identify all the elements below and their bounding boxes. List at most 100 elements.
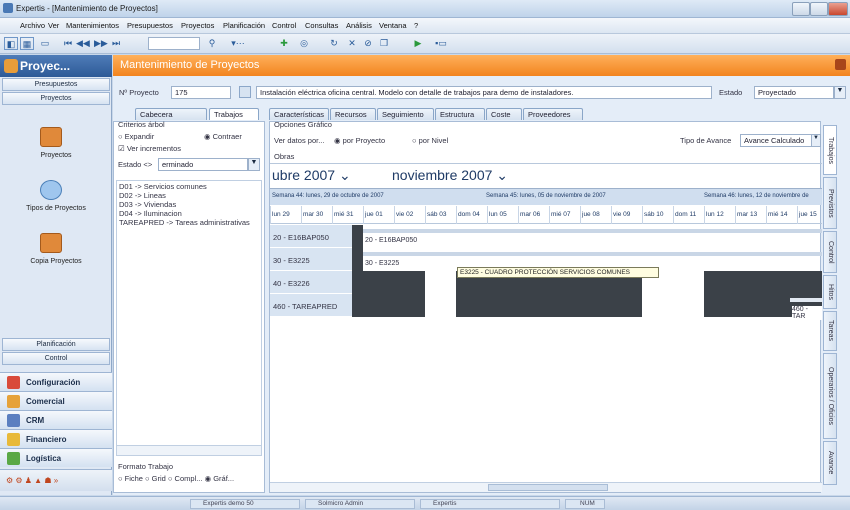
close-button[interactable] (828, 2, 848, 16)
tree-item[interactable]: D01 -> Servicios comunes (119, 182, 207, 191)
last-icon[interactable]: ⏭ (110, 37, 122, 50)
description-field[interactable]: Instalación eléctrica oficina central. M… (256, 86, 712, 99)
save-icon[interactable]: ◎ (298, 37, 310, 50)
cancel-icon[interactable]: ⊘ (362, 37, 374, 50)
chevron-down-icon[interactable]: ▼ (248, 158, 260, 171)
sidebar-item-copia-proyectos[interactable]: Copia Proyectos (0, 258, 112, 265)
task-bar-e16bap050[interactable] (363, 229, 822, 233)
shortcut-icons[interactable]: ⚙ ⚙ ♟ ▲ ☗ » (6, 476, 58, 485)
horizontal-scrollbar[interactable] (117, 445, 261, 455)
tipos-proyectos-icon[interactable] (40, 180, 62, 200)
menu-planificacion[interactable]: Planificación (223, 21, 265, 30)
new-record-icon[interactable]: ✚ (278, 37, 290, 50)
day-label: mar 06 (520, 211, 541, 218)
expandir-radio[interactable]: ○ Expandir (118, 132, 154, 141)
sidebar-item-proyectos[interactable]: Proyectos (0, 152, 112, 159)
menu-proyectos[interactable]: Proyectos (181, 21, 214, 30)
option-compl[interactable]: Compl... (175, 474, 203, 483)
chevron-down-icon[interactable]: ▼ (834, 86, 846, 99)
vtab-avance[interactable]: Avance (823, 441, 837, 485)
run-icon[interactable]: ▶ (412, 37, 424, 50)
first-icon[interactable]: ⏮ (62, 37, 74, 50)
record-navigator-input[interactable] (148, 37, 200, 50)
menu-control[interactable]: Control (272, 21, 296, 30)
estado-filter-select[interactable]: erminado (158, 158, 248, 171)
estado-select[interactable]: Proyectado (754, 86, 834, 99)
next-icon[interactable]: ▶▶ (94, 37, 108, 50)
horizontal-scrollbar[interactable] (270, 482, 822, 492)
tab-estructura[interactable]: Estructura (435, 108, 485, 120)
option-grid[interactable]: Grid (152, 474, 166, 483)
option-fiche[interactable]: Fiche (125, 474, 143, 483)
sidebar-tab-control[interactable]: Control (2, 352, 110, 365)
sidebar-item-tipos-proyectos[interactable]: Tipos de Proyectos (0, 205, 112, 212)
menu-ventana[interactable]: Ventana (379, 21, 407, 30)
gantt-row-label[interactable]: 20 - E16BAP050 (270, 225, 352, 248)
tree-item[interactable]: D04 -> Iluminacion (119, 209, 182, 218)
vtab-tareas[interactable]: Tareas (823, 311, 837, 351)
week-header: Semana 44: lunes, 29 de octubre de 2007 … (270, 188, 822, 205)
search-icon[interactable]: ⚲ (206, 37, 218, 50)
vtab-control[interactable]: Control (823, 231, 837, 273)
tab-seguimiento[interactable]: Seguimiento (377, 108, 434, 120)
tab-caracteristicas[interactable]: Características (269, 108, 329, 120)
menu-archivo[interactable]: Archivo (20, 21, 45, 30)
title-bar: Expertis - [Mantenimiento de Proyectos] (0, 0, 850, 18)
menu-ver[interactable]: Ver (48, 21, 59, 30)
module-crm[interactable]: CRM (0, 410, 112, 429)
module-configuracion[interactable]: Configuración (0, 372, 112, 391)
first-record-icon[interactable]: ◧ (4, 37, 18, 50)
formato-options[interactable]: ○ Fiche ○ Grid ○ Compl... ◉ Gráf... (118, 474, 234, 483)
module-comercial[interactable]: Comercial (0, 391, 112, 410)
sidebar-tab-proyectos[interactable]: Proyectos (2, 92, 110, 105)
tab-coste[interactable]: Coste (486, 108, 522, 120)
menu-help[interactable]: ? (414, 21, 418, 30)
grid-view-icon[interactable]: ▦ (20, 37, 34, 50)
tipo-avance-select[interactable]: Avance Calculado (740, 134, 812, 147)
por-nivel-radio[interactable]: ○ por Nivel (412, 136, 448, 145)
lookup-icon[interactable] (239, 86, 251, 98)
scrollbar-thumb[interactable] (488, 484, 608, 491)
chevron-down-icon[interactable]: ▼ (811, 134, 821, 147)
tree-item[interactable]: TAREAPRED -> Tareas administrativas (119, 218, 263, 227)
module-logistica[interactable]: Logística (0, 448, 112, 467)
ver-incrementos-checkbox[interactable]: ☑ Ver incrementos (118, 144, 181, 153)
gantt-row-label[interactable]: 460 - TAREAPRED (270, 294, 352, 317)
copy-icon[interactable]: ❐ (378, 37, 390, 50)
refresh-icon[interactable]: ↻ (328, 37, 340, 50)
tab-recursos[interactable]: Recursos (330, 108, 376, 120)
menu-analisis[interactable]: Análisis (346, 21, 372, 30)
copia-proyectos-icon[interactable] (40, 233, 62, 253)
minimize-button[interactable] (792, 2, 810, 16)
task-bar-e3225[interactable] (363, 252, 822, 256)
vtab-trabajos[interactable]: Trabajos (823, 125, 837, 175)
sidebar-tab-presupuestos[interactable]: Presupuestos (2, 78, 110, 91)
filter-icon[interactable]: ▾⋯ (228, 37, 248, 50)
tab-cabecera-proyecto[interactable]: Cabecera Proyecto (135, 108, 207, 128)
gantt-row-label[interactable]: 30 - E3225 (270, 248, 352, 271)
tab-trabajos[interactable]: Trabajos (209, 108, 259, 120)
menu-presupuestos[interactable]: Presupuestos (127, 21, 173, 30)
delete-icon[interactable]: ✕ (346, 37, 358, 50)
menu-consultas[interactable]: Consultas (305, 21, 338, 30)
proyectos-icon[interactable] (40, 127, 62, 147)
option-graf[interactable]: Gráf... (213, 474, 234, 483)
vtab-previstos[interactable]: Previstos (823, 177, 837, 229)
gantt-row-label[interactable]: 40 - E3226 (270, 271, 352, 294)
contraer-radio[interactable]: ◉ Contraer (204, 132, 242, 141)
previous-icon[interactable]: ◀◀ (76, 37, 90, 50)
sidebar-tab-planificacion[interactable]: Planificación (2, 338, 110, 351)
nproyecto-field[interactable]: 175 (171, 86, 231, 99)
tree-item[interactable]: D03 -> Viviendas (119, 200, 176, 209)
tree-item[interactable]: D02 -> Lineas (119, 191, 166, 200)
window-icon[interactable]: ▪▭ (432, 37, 450, 50)
vtab-operarios-oficios[interactable]: Operarios / Oficios (823, 353, 837, 439)
task-bar-tareapred[interactable] (790, 298, 822, 302)
vtab-hitos[interactable]: Hitos (823, 275, 837, 309)
menu-mantenimientos[interactable]: Mantenimientos (66, 21, 119, 30)
tab-proveedores[interactable]: Proveedores (523, 108, 583, 120)
module-financiero[interactable]: Financiero (0, 429, 112, 448)
maximize-button[interactable] (810, 2, 828, 16)
por-proyecto-radio[interactable]: ◉ por Proyecto (334, 136, 385, 145)
form-view-icon[interactable]: ▭ (38, 37, 52, 50)
